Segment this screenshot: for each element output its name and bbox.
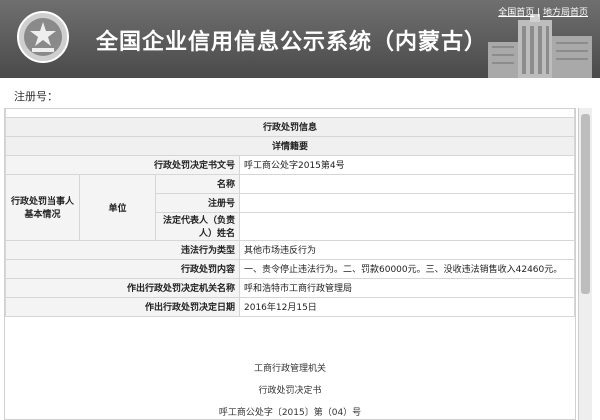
site-title: 全国企业信用信息公示系统（内蒙古） xyxy=(96,30,488,55)
party-label: 行政处罚当事人基本情况 xyxy=(5,173,80,241)
content-value: 一、责令停止违法行为。二、罚款60000元。三、没收违法销售收入42460元。 xyxy=(239,258,575,279)
name-label: 名称 xyxy=(155,173,240,194)
violation-value: 其他市场违反行为 xyxy=(239,239,575,260)
name-value xyxy=(239,173,575,194)
org-value: 呼和浩特市工商行政管理局 xyxy=(239,277,575,298)
penalty-table: 行政处罚信息 详情籍要 行政处罚决定书文号 呼工商公处字2015第4号 行政处罚… xyxy=(5,109,575,317)
regno-label: 注册号 xyxy=(155,192,240,213)
building-image xyxy=(488,14,592,78)
scroll-thumb[interactable] xyxy=(581,114,590,294)
regno-value xyxy=(239,192,575,213)
national-emblem-icon xyxy=(17,11,69,63)
vertical-scrollbar[interactable] xyxy=(578,108,592,420)
unit-label: 单位 xyxy=(79,173,156,241)
legal-rep-label: 法定代表人（负责人）姓名 xyxy=(155,211,240,241)
header-banner: 全国企业信用信息公示系统（内蒙古） 全国首页 | 地方局首页 xyxy=(0,0,600,78)
doc-authority: 工商行政管理机关 xyxy=(253,364,326,374)
org-label: 作出行政处罚决定机关名称 xyxy=(5,277,240,298)
registration-number-label: 注册号： xyxy=(14,90,58,103)
decision-no-label: 行政处罚决定书文号 xyxy=(5,154,240,175)
detail-panel: 行政处罚信息 详情籍要 行政处罚决定书文号 呼工商公处字2015第4号 行政处罚… xyxy=(4,108,576,420)
date-label: 作出行政处罚决定日期 xyxy=(5,296,240,317)
home-link[interactable]: 全国首页 xyxy=(498,8,534,18)
legal-rep-value xyxy=(239,211,575,241)
summary-title: 详情籍要 xyxy=(5,135,575,156)
content-label: 行政处罚内容 xyxy=(5,258,240,279)
decision-no-value: 呼工商公处字2015第4号 xyxy=(239,154,575,175)
top-links: 全国首页 | 地方局首页 xyxy=(498,8,588,18)
local-bureau-link[interactable]: 地方局首页 xyxy=(543,8,588,18)
date-value: 2016年12月15日 xyxy=(239,296,575,317)
doc-title: 行政处罚决定书 xyxy=(258,386,322,396)
violation-label: 违法行为类型 xyxy=(5,239,240,260)
doc-number: 呼工商公处字〔2015〕第（04）号 xyxy=(218,408,362,418)
section-title: 行政处罚信息 xyxy=(5,116,575,137)
